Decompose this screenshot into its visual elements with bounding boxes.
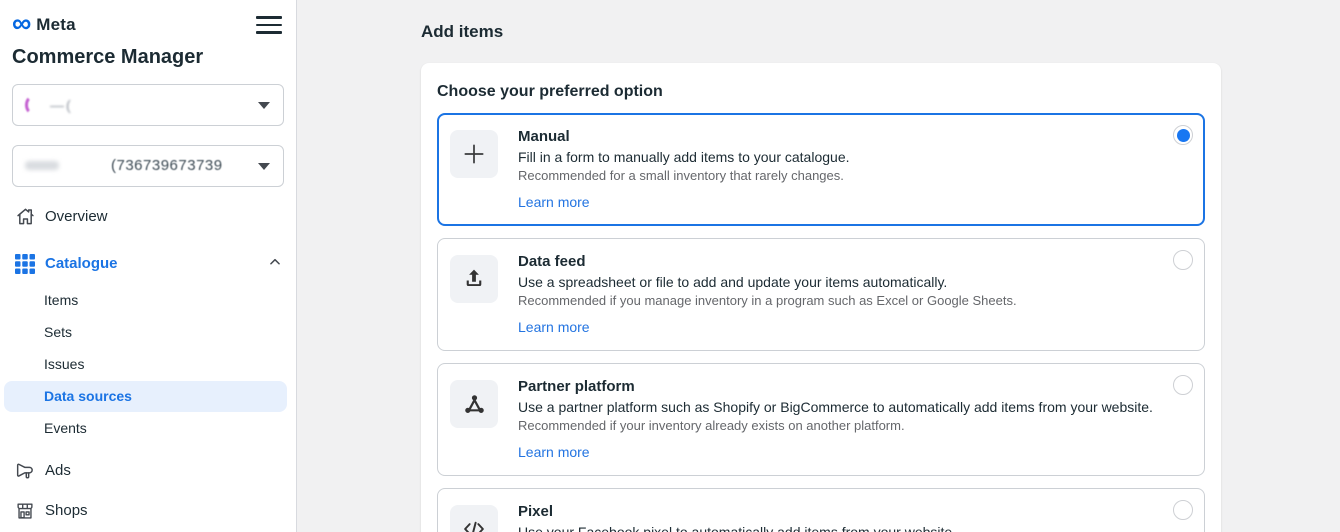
sidebar-item-label: Catalogue <box>45 255 118 272</box>
sidebar-item-label: Events <box>44 420 87 436</box>
option-recommendation: Recommended for a small inventory that r… <box>518 168 850 184</box>
sidebar-item-label: Data sources <box>44 388 132 404</box>
option-description: Use a spreadsheet or file to add and upd… <box>518 272 1017 292</box>
radio-partner-platform[interactable] <box>1173 375 1193 395</box>
learn-more-link[interactable]: Learn more <box>518 318 590 337</box>
option-partner-platform[interactable]: Partner platform Use a partner platform … <box>437 363 1205 476</box>
sidebar-item-events[interactable]: Events <box>4 413 287 444</box>
option-description: Fill in a form to manually add items to … <box>518 147 850 167</box>
sidebar: ∞ Meta Commerce Manager —( (736739673739… <box>0 0 297 532</box>
sidebar-item-shops[interactable]: Shops <box>0 491 296 531</box>
meta-logo: ∞ Meta <box>12 15 76 35</box>
hamburger-menu-icon[interactable] <box>256 13 282 37</box>
sidebar-item-label: Issues <box>44 356 84 372</box>
page-title: Add items <box>421 22 1340 42</box>
grid-icon <box>14 253 36 275</box>
sidebar-nav: Overview Catalogue Items Sets Issues <box>0 197 296 531</box>
catalogue-dropdown-value: (736739673739 <box>111 157 223 174</box>
sidebar-item-label: Sets <box>44 324 72 340</box>
plus-icon <box>450 130 498 178</box>
code-icon <box>450 505 498 532</box>
account-avatar <box>25 95 42 115</box>
option-manual[interactable]: Manual Fill in a form to manually add it… <box>437 113 1205 226</box>
option-pixel[interactable]: Pixel Use your Facebook pixel to automat… <box>437 488 1205 532</box>
sidebar-header: ∞ Meta <box>0 0 296 37</box>
sidebar-item-ads[interactable]: Ads <box>0 451 296 491</box>
megaphone-icon <box>14 460 36 482</box>
chevron-up-icon[interactable] <box>268 255 282 273</box>
card-title: Choose your preferred option <box>437 83 1205 101</box>
sidebar-item-issues[interactable]: Issues <box>4 349 287 380</box>
meta-infinity-icon: ∞ <box>12 15 31 31</box>
option-description: Use a partner platform such as Shopify o… <box>518 397 1153 417</box>
option-recommendation: Recommended if your inventory already ex… <box>518 418 1153 434</box>
sidebar-item-data-sources[interactable]: Data sources <box>4 381 287 412</box>
upload-icon <box>450 255 498 303</box>
chevron-down-icon <box>258 102 270 109</box>
radio-data-feed[interactable] <box>1173 250 1193 270</box>
sidebar-item-label: Overview <box>45 208 108 225</box>
catalogue-name-redacted <box>25 161 59 170</box>
network-icon <box>450 380 498 428</box>
add-items-card: Choose your preferred option Manual Fill… <box>421 63 1221 532</box>
sidebar-item-label: Items <box>44 292 78 308</box>
option-recommendation: Recommended if you manage inventory in a… <box>518 293 1017 309</box>
sidebar-item-overview[interactable]: Overview <box>0 197 296 237</box>
option-title: Pixel <box>518 502 956 521</box>
sidebar-item-catalogue[interactable]: Catalogue <box>0 244 296 284</box>
business-account-dropdown[interactable]: —( <box>12 84 284 126</box>
sidebar-item-label: Shops <box>45 502 88 519</box>
sidebar-item-label: Ads <box>45 462 71 479</box>
sidebar-item-items[interactable]: Items <box>4 285 287 316</box>
option-title: Manual <box>518 127 850 146</box>
option-title: Partner platform <box>518 377 1153 396</box>
app-title: Commerce Manager <box>0 37 296 69</box>
chevron-down-icon <box>258 163 270 170</box>
radio-manual[interactable] <box>1173 125 1193 145</box>
learn-more-link[interactable]: Learn more <box>518 193 590 212</box>
learn-more-link[interactable]: Learn more <box>518 443 590 462</box>
catalogue-dropdown[interactable]: (736739673739 <box>12 145 284 187</box>
radio-pixel[interactable] <box>1173 500 1193 520</box>
main-content: Add items Choose your preferred option M… <box>297 0 1340 532</box>
sidebar-item-sets[interactable]: Sets <box>4 317 287 348</box>
home-icon <box>14 206 36 228</box>
meta-wordmark: Meta <box>36 15 76 35</box>
option-title: Data feed <box>518 252 1017 271</box>
account-dropdown-value: —( <box>50 97 73 113</box>
storefront-icon <box>14 500 36 522</box>
option-description: Use your Facebook pixel to automatically… <box>518 522 956 532</box>
option-data-feed[interactable]: Data feed Use a spreadsheet or file to a… <box>437 238 1205 351</box>
